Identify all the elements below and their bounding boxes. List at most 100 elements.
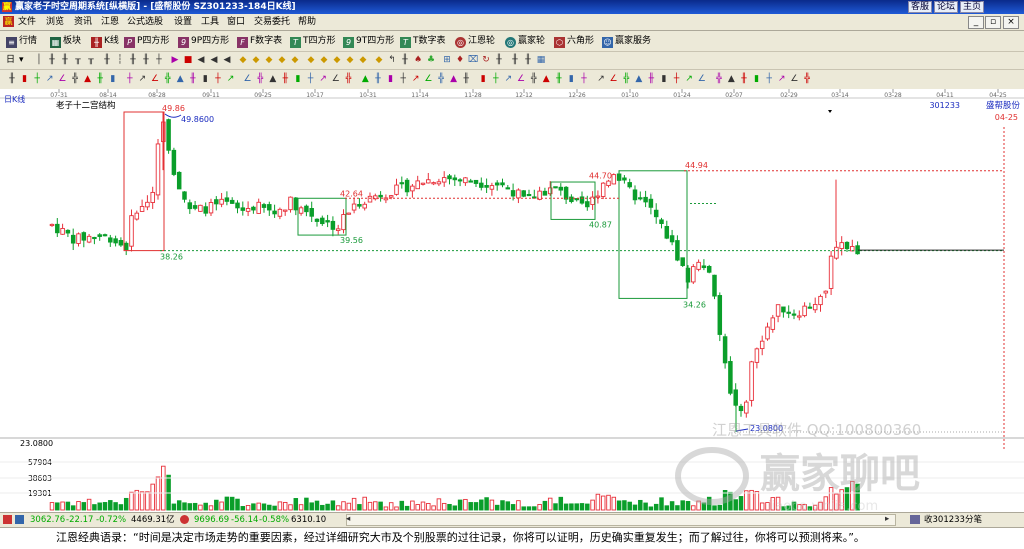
analysis-tool-icon[interactable]: ╫ (553, 73, 565, 85)
analysis-tool-icon[interactable]: ╫ (279, 73, 291, 85)
chevron-down-icon[interactable]: ▾ (19, 54, 24, 66)
drawing-tool-icon[interactable]: ◀ (221, 54, 233, 66)
analysis-tool-icon[interactable]: ╬ (713, 73, 725, 85)
analysis-tool-icon[interactable]: ∠ (515, 73, 527, 85)
analysis-tool-icon[interactable]: ▲ (82, 73, 94, 85)
analysis-tool-icon[interactable]: ▲ (633, 73, 645, 85)
analysis-tool-icon[interactable]: ↗ (683, 73, 695, 85)
toolbar-9p-square[interactable]: 9 9P四方形 (178, 34, 229, 48)
analysis-tool-icon[interactable]: ▮ (658, 73, 670, 85)
analysis-tool-icon[interactable]: ∠ (608, 73, 620, 85)
drawing-tool-icon[interactable]: ◆ (318, 54, 330, 66)
drawing-tool-icon[interactable]: ◆ (305, 54, 317, 66)
toolbar-t-table[interactable]: T T数字表 (400, 34, 446, 48)
analysis-tool-icon[interactable]: ▲ (725, 73, 737, 85)
menu-help[interactable]: 帮助 (298, 16, 316, 28)
analysis-tool-icon[interactable]: ↗ (317, 73, 329, 85)
drawing-tool-icon[interactable]: ╥ (72, 54, 84, 66)
toolbar-sector[interactable]: ▦ 板块 (50, 34, 81, 48)
menu-file[interactable]: 文件 (18, 16, 36, 28)
drawing-tool-icon[interactable]: ◀ (195, 54, 207, 66)
drawing-tool-icon[interactable]: ◆ (289, 54, 301, 66)
restore-icon[interactable]: ▫ (985, 16, 1001, 29)
drawing-tool-icon[interactable]: ■ (182, 54, 194, 66)
analysis-tool-icon[interactable]: ∠ (330, 73, 342, 85)
analysis-tool-icon[interactable]: ┼ (490, 73, 502, 85)
drawing-tool-icon[interactable]: ╫ (509, 54, 521, 66)
analysis-tool-icon[interactable]: ╫ (460, 73, 472, 85)
analysis-tool-icon[interactable]: ↗ (776, 73, 788, 85)
analysis-tool-icon[interactable]: ▮ (385, 73, 397, 85)
toolbar-winner-wheel[interactable]: ◎ 赢家轮 (505, 34, 545, 48)
toolbar-f-table[interactable]: F F数字表 (237, 34, 282, 48)
analysis-tool-icon[interactable]: ┼ (763, 73, 775, 85)
menu-trade[interactable]: 交易委托 (254, 16, 290, 28)
link-forum[interactable]: 论坛 (934, 1, 959, 13)
analysis-tool-icon[interactable]: ↗ (595, 73, 607, 85)
analysis-tool-icon[interactable]: ▲ (540, 73, 552, 85)
analysis-tool-icon[interactable]: ↗ (136, 73, 148, 85)
analysis-tool-icon[interactable]: ╫ (6, 73, 18, 85)
drawing-tool-icon[interactable]: ┆ (114, 54, 126, 66)
drawing-tool-icon[interactable]: ╫ (127, 54, 139, 66)
drawing-tool-icon[interactable]: ┼ (153, 54, 165, 66)
drawing-tool-icon[interactable]: ◆ (263, 54, 275, 66)
analysis-tool-icon[interactable]: ╬ (69, 73, 81, 85)
analysis-tool-icon[interactable]: ╫ (372, 73, 384, 85)
analysis-tool-icon[interactable]: ▲ (174, 73, 186, 85)
toolbar-hexagon[interactable]: ⬡ 六角形 (554, 34, 594, 48)
drawing-tool-icon[interactable]: ◆ (331, 54, 343, 66)
drawing-tool-icon[interactable]: ♣ (425, 54, 437, 66)
menu-browse[interactable]: 浏览 (46, 16, 64, 28)
scroll-right-icon[interactable]: ▸ (885, 514, 889, 524)
drawing-tool-icon[interactable]: ◆ (344, 54, 356, 66)
analysis-tool-icon[interactable]: ╫ (187, 73, 199, 85)
analysis-tool-icon[interactable]: ┼ (305, 73, 317, 85)
analysis-tool-icon[interactable]: ┼ (124, 73, 136, 85)
toolbar-kline[interactable]: ╫ K线 (91, 34, 119, 48)
kline-chart[interactable]: 07-31 08-14 08-28 09-11 09-25 10-17 10-31 11-14… (0, 89, 1024, 512)
drawing-tool-icon[interactable]: ▶ (169, 54, 181, 66)
analysis-tool-icon[interactable]: ╬ (342, 73, 354, 85)
menu-formula[interactable]: 公式选股 (127, 16, 163, 28)
drawing-tool-icon[interactable]: │ (33, 54, 45, 66)
drawing-tool-icon[interactable]: ◀ (208, 54, 220, 66)
analysis-tool-icon[interactable]: ┼ (397, 73, 409, 85)
analysis-tool-icon[interactable]: ∠ (56, 73, 68, 85)
analysis-tool-icon[interactable]: ∠ (788, 73, 800, 85)
drawing-tool-icon[interactable]: ╫ (493, 54, 505, 66)
analysis-tool-icon[interactable]: ▲ (448, 73, 460, 85)
drawing-tool-icon[interactable]: ╫ (101, 54, 113, 66)
analysis-tool-icon[interactable]: ▲ (359, 73, 371, 85)
drawing-tool-icon[interactable]: ♦ (454, 54, 466, 66)
toolbar-p-square[interactable]: P P四方形 (124, 34, 169, 48)
analysis-tool-icon[interactable]: ▲ (267, 73, 279, 85)
analysis-tool-icon[interactable]: ↗ (410, 73, 422, 85)
drawing-tool-icon[interactable]: ▦ (535, 54, 547, 66)
analysis-tool-icon[interactable]: ┼ (212, 73, 224, 85)
analysis-tool-icon[interactable]: ∠ (242, 73, 254, 85)
drawing-tool-icon[interactable]: ◆ (373, 54, 385, 66)
analysis-tool-icon[interactable]: ┼ (578, 73, 590, 85)
analysis-tool-icon[interactable]: ╫ (94, 73, 106, 85)
analysis-tool-icon[interactable]: ╫ (738, 73, 750, 85)
drawing-tool-icon[interactable]: ◆ (250, 54, 262, 66)
menu-info[interactable]: 资讯 (74, 16, 92, 28)
toolbar-gann-wheel[interactable]: ◎ 江恩轮 (455, 34, 495, 48)
menu-gann[interactable]: 江恩 (101, 16, 119, 28)
analysis-tool-icon[interactable]: ╬ (801, 73, 813, 85)
toolbar-t-square[interactable]: T T四方形 (290, 34, 336, 48)
drawing-tool-icon[interactable]: ╫ (46, 54, 58, 66)
analysis-tool-icon[interactable]: ▮ (292, 73, 304, 85)
analysis-tool-icon[interactable]: ∠ (422, 73, 434, 85)
toolbar-service[interactable]: ☺ 赢家服务 (602, 34, 651, 48)
close-icon[interactable]: × (1003, 16, 1019, 29)
scroll-left-icon[interactable]: ◂ (346, 514, 350, 524)
drawing-tool-icon[interactable]: ⊞ (441, 54, 453, 66)
analysis-tool-icon[interactable]: ╫ (645, 73, 657, 85)
drawing-tool-icon[interactable]: ╥ (85, 54, 97, 66)
analysis-tool-icon[interactable]: ▮ (199, 73, 211, 85)
link-home[interactable]: 主页 (960, 1, 985, 13)
analysis-tool-icon[interactable]: ▮ (19, 73, 31, 85)
drawing-tool-icon[interactable]: ╫ (399, 54, 411, 66)
